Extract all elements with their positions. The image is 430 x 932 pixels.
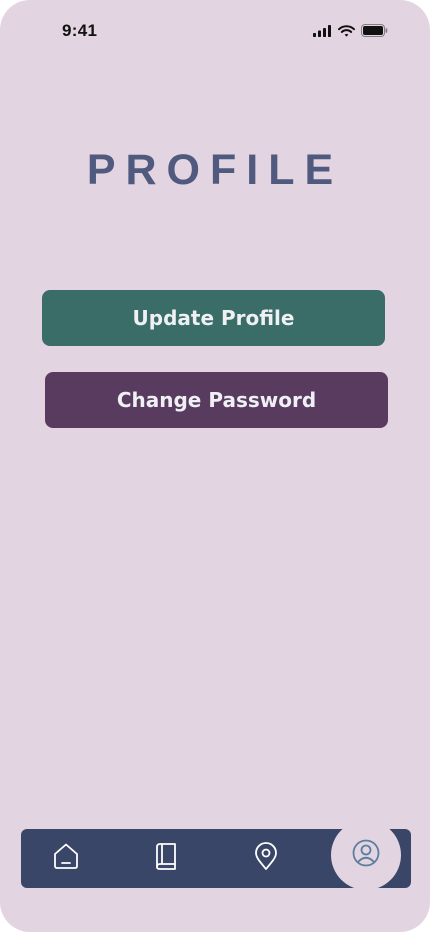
update-profile-button[interactable]: Update Profile	[42, 290, 385, 346]
tab-home[interactable]	[36, 829, 96, 888]
location-icon	[251, 841, 281, 876]
book-icon	[151, 841, 181, 876]
bottom-tab-bar	[21, 820, 411, 890]
status-icons	[313, 24, 388, 37]
user-icon	[351, 838, 381, 873]
battery-icon	[361, 24, 388, 37]
tab-library[interactable]	[136, 829, 196, 888]
home-icon	[51, 841, 81, 876]
signal-icon	[313, 24, 332, 37]
wifi-icon	[338, 24, 355, 37]
status-bar: 9:41	[0, 0, 430, 64]
change-password-button[interactable]: Change Password	[45, 372, 388, 428]
phone-screen: 9:41 PROFILE Update Profile Change Passw…	[0, 0, 430, 932]
page-title: PROFILE	[86, 146, 344, 194]
status-time: 9:41	[62, 21, 98, 40]
tab-profile[interactable]	[331, 820, 401, 890]
tab-location[interactable]	[236, 829, 296, 888]
